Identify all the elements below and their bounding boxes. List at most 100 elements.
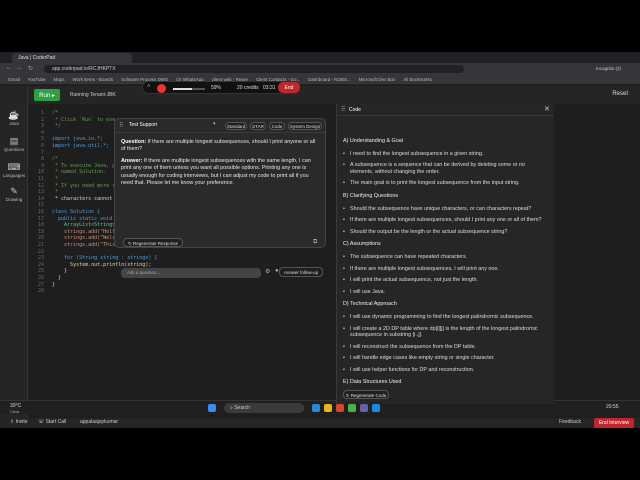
line-number: 10 — [37, 169, 44, 176]
mode-code[interactable]: Code — [269, 122, 285, 130]
code-line: import java.util.*; — [52, 143, 110, 149]
chat-input[interactable]: Ask a question... — [121, 268, 261, 278]
regenerate-code-button[interactable]: ↻ Regenerate Code — [343, 390, 389, 399]
sidebar-item-questions[interactable]: ▤ Questions — [0, 136, 28, 152]
bookmark-item[interactable]: Work items - Boards — [72, 77, 113, 82]
url-field[interactable]: app.coderpad.io/RCJHKPTX — [44, 65, 464, 73]
bookmark-item[interactable]: Dashboard - NOBS... — [308, 77, 351, 82]
code-line: } — [52, 275, 62, 281]
panel-title: Code — [349, 107, 361, 113]
start-call-button[interactable]: ☏ Start Call — [38, 419, 66, 425]
line-number: 23 — [37, 255, 44, 262]
mode-star[interactable]: STAR — [250, 122, 266, 130]
bookmark-item[interactable]: Gmail — [8, 77, 20, 82]
sidebar-item-languages[interactable]: ⌨ Languages — [0, 162, 28, 178]
java-icon: ☕ — [8, 110, 20, 120]
line-number: 13 — [37, 189, 44, 196]
input-placeholder: Ask a question... — [127, 270, 161, 275]
code-line: for (String string : strings) { — [52, 255, 158, 262]
chrome-icon[interactable] — [336, 404, 344, 412]
left-sidebar: ☕Java ▤Questions ⌨Languages ✎Drawing ⚙ — [0, 86, 28, 428]
line-number: 12 — [37, 182, 44, 189]
questions-icon: ▤ — [9, 136, 19, 146]
run-button[interactable]: Run ▸ — [34, 89, 60, 101]
section-bullet: I will use helper functions for DP and r… — [343, 367, 549, 374]
section-heading: E) Data Structures Used — [343, 379, 402, 386]
edge-icon[interactable] — [312, 404, 320, 412]
sidebar-item-drawing[interactable]: ✎ Drawing — [0, 186, 28, 202]
code-line: import java.io.*; — [52, 136, 104, 143]
languages-icon: ⌨ — [7, 162, 21, 172]
panel-content[interactable]: A) Understanding & Goal I need to find th… — [343, 132, 549, 392]
close-icon[interactable]: ✕ — [544, 105, 550, 113]
section-heading: D) Technical Approach — [343, 301, 397, 308]
answer-content: If there are multiple longest subsequenc… — [121, 157, 311, 187]
section-bullet: I will use Java. — [343, 289, 549, 296]
tab-title: Java | CoderPad — [18, 55, 56, 61]
back-icon[interactable]: ← — [6, 65, 12, 71]
line-number: 9 — [40, 162, 44, 169]
sidebar-label: Java — [9, 121, 19, 126]
answer-text: Answer: If there are multiple longest su… — [121, 158, 321, 188]
browser-tab-bar: Java | CoderPad — [0, 52, 640, 63]
forward-icon[interactable]: → — [16, 65, 22, 71]
answer-label: Answer: — [121, 157, 143, 164]
search-label: Search — [234, 405, 251, 411]
settings-icon[interactable]: ⚙ — [265, 268, 270, 275]
section-bullet: I will use dynamic programming to find t… — [343, 314, 549, 321]
line-number: 17 — [37, 215, 44, 222]
bookmark-item[interactable]: Microsoft Dev Box — [359, 77, 396, 82]
line-number: 14 — [37, 195, 44, 202]
code-line: * — [52, 176, 59, 182]
section-bullet: I will create a 2D DP table where dp[i][… — [343, 326, 549, 339]
feedback-button[interactable]: Feedback — [559, 419, 581, 425]
drag-handle-icon[interactable]: ⠿ — [119, 122, 123, 129]
explorer-icon[interactable] — [324, 404, 332, 412]
invite-button[interactable]: ⇪ Invite — [10, 419, 28, 425]
bookmark-item[interactable]: All Bookmarks — [403, 77, 432, 82]
mode-system-design[interactable]: System Design — [288, 122, 322, 130]
record-stop-icon[interactable] — [157, 84, 166, 93]
section-bullet: I need to find the longest subsequence i… — [343, 151, 549, 158]
answer-followup-button[interactable]: Answer follow-up — [279, 267, 323, 277]
line-number: 18 — [37, 222, 44, 229]
clock: 20:55 — [606, 404, 619, 410]
app-icon[interactable] — [348, 404, 356, 412]
recorder-bar: ˄ 59% 20 credits 03:31 ⋮ — [142, 81, 300, 94]
panel-header: ⠿ Code ✕ — [337, 104, 554, 116]
line-number: 22 — [37, 248, 44, 255]
reload-icon[interactable]: ↻ — [28, 65, 33, 72]
section-bullet: I will print the actual subsequence, not… — [343, 277, 549, 284]
code-panel: ⠿ Code ✕ A) Understanding & Goal I need t… — [336, 104, 554, 404]
code-line: * named Solution. — [52, 169, 107, 176]
bookmark-item[interactable]: Maps — [53, 77, 64, 82]
start-icon[interactable] — [208, 404, 216, 412]
line-number: 20 — [37, 235, 44, 242]
regenerate-response-button[interactable]: ↻ Regenerate Response — [123, 238, 183, 247]
volume-pct: 59% — [211, 85, 222, 91]
mode-standard[interactable]: Standard — [225, 122, 247, 130]
bookmark-item[interactable]: YouTube — [28, 77, 46, 82]
copy-icon[interactable]: ⧉ — [313, 239, 317, 246]
invite-label: Invite — [15, 419, 28, 425]
taskbar-search[interactable]: ⌕ Search — [224, 403, 304, 413]
line-number: 28 — [37, 288, 44, 295]
reset-button[interactable]: Reset — [612, 91, 628, 97]
credits-label: 20 credits — [237, 85, 259, 91]
theme-icon[interactable]: ◐ — [213, 121, 217, 127]
volume-fill — [173, 88, 192, 90]
line-number: 5 — [40, 136, 44, 143]
code-line: * If you need more c — [52, 182, 116, 189]
chevron-up-icon[interactable]: ˄ — [147, 84, 151, 90]
sidebar-item-java[interactable]: ☕ Java — [0, 110, 28, 126]
incognito-label[interactable]: Incognito (2) — [596, 66, 621, 71]
vscode-icon[interactable] — [372, 404, 380, 412]
chat-title: Test Support — [129, 122, 158, 128]
sidebar-label: Questions — [3, 147, 25, 152]
section-bullet: The subsequence can have repeated charac… — [343, 254, 549, 261]
end-recording-button[interactable]: End — [278, 82, 300, 93]
drag-handle-icon[interactable]: ⠿ — [341, 106, 345, 113]
browser-tab[interactable]: Java | CoderPad — [12, 53, 132, 63]
end-interview-button[interactable]: End Interview — [594, 418, 634, 428]
teams-icon[interactable] — [360, 404, 368, 412]
